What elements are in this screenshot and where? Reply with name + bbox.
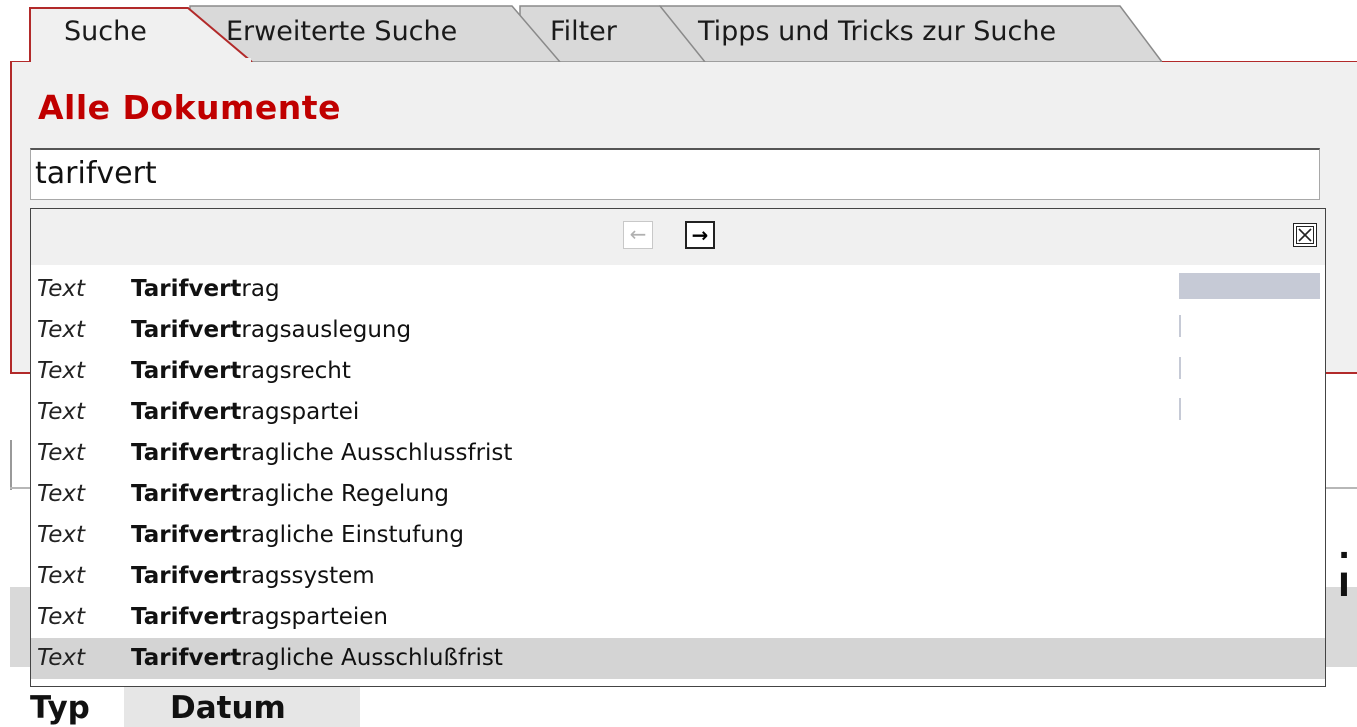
suggestion-item[interactable]: Text Tarifvertragliche Ausschlussfrist xyxy=(31,433,1325,474)
tab-outlines xyxy=(29,5,1164,64)
suggestion-term: Tarifvertragsparteien xyxy=(131,604,388,630)
suggestion-type: Text xyxy=(37,645,85,671)
suggestion-item-selected[interactable]: Text Tarifvertragliche Ausschlußfrist xyxy=(31,638,1325,679)
suggestion-term: Tarifvertragliche Ausschlussfrist xyxy=(131,440,513,466)
search-input[interactable]: tarifvert xyxy=(30,148,1320,200)
suggestion-item[interactable]: Text Tarifvertragsauslegung xyxy=(31,310,1325,351)
suggestion-type: Text xyxy=(37,440,85,466)
suggestion-type: Text xyxy=(37,358,85,384)
autocomplete-popup: ← → Text Tarifvertrag Text Tarifvertrags… xyxy=(30,208,1326,687)
suggestion-item[interactable]: Text Tarifvertragspartei xyxy=(31,392,1325,433)
column-header-datum[interactable]: Datum xyxy=(170,690,286,726)
results-heading-fragment: . I xyxy=(1338,528,1351,604)
results-tab-edge xyxy=(10,440,12,490)
suggestion-item[interactable]: Text Tarifvertrag xyxy=(31,269,1325,310)
next-page-button[interactable]: → xyxy=(685,221,715,249)
suggestion-term: Tarifvertragliche Einstufung xyxy=(131,522,464,548)
search-tabs: Suche Erweiterte Suche Filter Tipps und … xyxy=(0,0,1357,64)
suggestion-type: Text xyxy=(37,317,85,343)
suggestion-item[interactable]: Text Tarifvertragliche Regelung xyxy=(31,474,1325,515)
suggestion-term: Tarifvertragssystem xyxy=(131,563,375,589)
suggestion-list: Text Tarifvertrag Text Tarifvertragsausl… xyxy=(31,269,1325,679)
suggestion-term: Tarifvertrag xyxy=(131,276,280,302)
suggestion-type: Text xyxy=(37,399,85,425)
suggestion-term: Tarifvertragliche Ausschlußfrist xyxy=(131,645,503,671)
tab-filter[interactable]: Filter xyxy=(550,16,617,47)
autocomplete-header: ← → xyxy=(31,209,1325,265)
suggestion-type: Text xyxy=(37,481,85,507)
page-title: Alle Dokumente xyxy=(38,88,341,127)
tab-suche[interactable]: Suche xyxy=(64,16,147,47)
suggestion-type: Text xyxy=(37,276,85,302)
tab-erweiterte-suche[interactable]: Erweiterte Suche xyxy=(226,16,457,47)
previous-page-button[interactable]: ← xyxy=(623,221,653,249)
close-icon[interactable] xyxy=(1293,223,1317,247)
suggestion-item[interactable]: Text Tarifvertragsparteien xyxy=(31,597,1325,638)
suggestion-type: Text xyxy=(37,522,85,548)
suggestion-term: Tarifvertragsauslegung xyxy=(131,317,412,343)
suggestion-item[interactable]: Text Tarifvertragsrecht xyxy=(31,351,1325,392)
suggestion-term: Tarifvertragspartei xyxy=(131,399,360,425)
tab-tipps-und-tricks[interactable]: Tipps und Tricks zur Suche xyxy=(698,16,1056,47)
suggestion-item[interactable]: Text Tarifvertragssystem xyxy=(31,556,1325,597)
suggestion-term: Tarifvertragsrecht xyxy=(131,358,351,384)
suggestion-type: Text xyxy=(37,563,85,589)
suggestion-type: Text xyxy=(37,604,85,630)
suggestion-term: Tarifvertragliche Regelung xyxy=(131,481,450,507)
column-header-typ[interactable]: Typ xyxy=(30,690,90,726)
suggestion-item[interactable]: Text Tarifvertragliche Einstufung xyxy=(31,515,1325,556)
